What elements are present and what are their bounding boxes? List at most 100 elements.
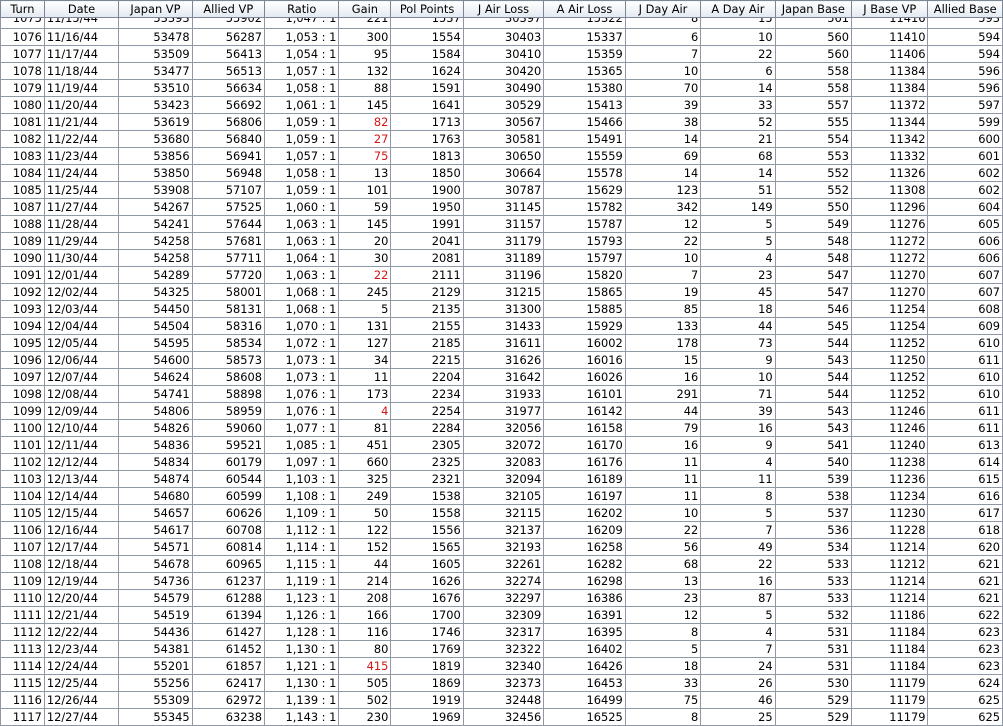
table-row[interactable]: 1084 11/24/44 53850 56948 1,058 : 1 13 1850 306… — [0, 164, 1003, 182]
table-row[interactable]: 1082 11/22/44 53680 56840 1,059 : 1 27 1763 305… — [0, 130, 1003, 148]
table-row[interactable]: 1094 12/04/44 54504 58316 1,070 : 1 131 2155 31… — [0, 317, 1003, 335]
column-header-allied-base[interactable]: Allied Base — [927, 0, 1003, 18]
table-row[interactable]: 1079 11/19/44 53510 56634 1,058 : 1 88 1591 304… — [0, 79, 1003, 97]
table-row[interactable]: 1109 12/19/44 54736 61237 1,119 : 1 214 1626 32… — [0, 572, 1003, 590]
cell-allied-vp: 59060 — [191, 419, 265, 437]
cell-date: 11/17/44 — [43, 45, 120, 63]
cell-a-day-air: 10 — [700, 368, 776, 386]
column-header-gain[interactable]: Gain — [338, 0, 392, 18]
table-row[interactable]: 1116 12/26/44 55309 62972 1,139 : 1 502 1919 32… — [0, 691, 1003, 709]
cell-a-day-air: 5 — [700, 504, 776, 522]
table-row[interactable]: 1085 11/25/44 53908 57107 1,059 : 1 101 1900 30… — [0, 181, 1003, 199]
cell-a-day-air: 46 — [700, 691, 776, 709]
table-row[interactable]: 1099 12/09/44 54806 58959 1,076 : 1 4 2254 3197… — [0, 402, 1003, 420]
table-row[interactable]: 1115 12/25/44 55256 62417 1,130 : 1 505 1869 32… — [0, 674, 1003, 692]
table-row[interactable]: 1087 11/27/44 54267 57525 1,060 : 1 59 1950 311… — [0, 198, 1003, 216]
table-row[interactable]: 1083 11/23/44 53856 56941 1,057 : 1 75 1813 306… — [0, 147, 1003, 165]
cell-text: 55902 — [225, 17, 262, 25]
table-row[interactable]: 1091 12/01/44 54289 57720 1,063 : 1 22 2111 311… — [0, 266, 1003, 284]
table-row[interactable]: 1078 11/18/44 53477 56513 1,057 : 1 132 1624 30… — [0, 62, 1003, 80]
table-row[interactable]: 1101 12/11/44 54836 59521 1,085 : 1 451 2305 32… — [0, 436, 1003, 454]
table-row[interactable]: 1088 11/28/44 54241 57644 1,063 : 1 145 1991 31… — [0, 215, 1003, 233]
table-row[interactable]: 1098 12/08/44 54741 58898 1,076 : 1 173 2234 31… — [0, 385, 1003, 403]
table-row[interactable]: 1096 12/06/44 54600 58573 1,073 : 1 34 2215 316… — [0, 351, 1003, 369]
column-header-j-day-air[interactable]: J Day Air — [624, 0, 702, 18]
cell-japan-vp: 54624 — [118, 368, 193, 386]
column-header-j-air-loss[interactable]: J Air Loss — [462, 0, 545, 18]
table-row[interactable]: 1081 11/21/44 53619 56806 1,059 : 1 82 1713 305… — [0, 113, 1003, 131]
table-row[interactable]: 1095 12/05/44 54595 58534 1,072 : 1 127 2185 31… — [0, 334, 1003, 352]
cell-ratio: 1,112 : 1 — [263, 521, 340, 539]
cell-allied-vp: 63238 — [191, 708, 265, 726]
cell-j-air-loss: 32115 — [462, 504, 545, 522]
table-row[interactable]: 1104 12/14/44 54680 60599 1,108 : 1 249 1538 32… — [0, 487, 1003, 505]
table-row[interactable]: 1077 11/17/44 53509 56413 1,054 : 1 95 1584 304… — [0, 45, 1003, 63]
column-header-japan-base[interactable]: Japan Base — [774, 0, 853, 18]
cell-allied-base: 611 — [927, 419, 1003, 437]
cell-turn: 1076 — [0, 28, 45, 46]
cell-a-day-air: 7 — [700, 521, 776, 539]
cell-j-air-loss: 30529 — [462, 96, 545, 114]
cell-gain: 5 — [338, 300, 392, 318]
table-row[interactable]: 1076 11/16/44 53478 56287 1,053 : 1 300 1554 30… — [0, 28, 1003, 46]
column-header-date[interactable]: Date — [43, 0, 120, 18]
column-header-j-base-vp[interactable]: J Base VP — [851, 0, 929, 18]
cell-allied-base: 602 — [927, 164, 1003, 182]
table-row[interactable]: 1107 12/17/44 54571 60814 1,114 : 1 152 1565 32… — [0, 538, 1003, 556]
table-row[interactable]: 1097 12/07/44 54624 58608 1,073 : 1 11 2204 316… — [0, 368, 1003, 386]
cell-a-day-air: 49 — [700, 538, 776, 556]
table-row[interactable]: 1105 12/15/44 54657 60626 1,109 : 1 50 1558 321… — [0, 504, 1003, 522]
table-row[interactable]: 1114 12/24/44 55201 61857 1,121 : 1 415 1819 32… — [0, 657, 1003, 675]
table-row[interactable]: 1110 12/20/44 54579 61288 1,123 : 1 208 1676 32… — [0, 589, 1003, 607]
table-row[interactable]: 1090 11/30/44 54258 57711 1,064 : 1 30 2081 311… — [0, 249, 1003, 267]
column-header-a-day-air[interactable]: A Day Air — [700, 0, 776, 18]
cell-turn: 1102 — [0, 453, 45, 471]
table-row[interactable]: 1103 12/13/44 54874 60544 1,103 : 1 325 2321 32… — [0, 470, 1003, 488]
column-header-pol-points[interactable]: Pol Points — [390, 0, 464, 18]
column-header-allied-vp[interactable]: Allied VP — [191, 0, 265, 18]
cell-allied-vp: 60544 — [191, 470, 265, 488]
table-row[interactable]: 1102 12/12/44 54834 60179 1,097 : 1 660 2325 32… — [0, 453, 1003, 471]
table-row[interactable]: 1089 11/29/44 54258 57681 1,063 : 1 20 2041 311… — [0, 232, 1003, 250]
cell-pol-points: 2215 — [390, 351, 464, 369]
cell-japan-base: 553 — [774, 147, 853, 165]
table-row[interactable]: 1111 12/21/44 54519 61394 1,126 : 1 166 1700 32… — [0, 606, 1003, 624]
cell-j-base-vp: 11179 — [851, 674, 929, 692]
cell-gain: 152 — [338, 538, 392, 556]
cell-a-air-loss: 16499 — [543, 691, 626, 709]
cell-a-air-loss: 16395 — [543, 623, 626, 641]
cell-allied-base: 625 — [927, 691, 1003, 709]
table-row[interactable]: 1106 12/16/44 54617 60708 1,112 : 1 122 1556 32… — [0, 521, 1003, 539]
table-row[interactable]: 1108 12/18/44 54678 60965 1,115 : 1 44 1605 322… — [0, 555, 1003, 573]
column-header-a-air-loss[interactable]: A Air Loss — [543, 0, 626, 18]
column-header-japan-vp[interactable]: Japan VP — [118, 0, 193, 18]
column-header-turn[interactable]: Turn — [0, 0, 45, 18]
cell-allied-base: 610 — [927, 334, 1003, 352]
table-row[interactable]: 1117 12/27/44 55345 63238 1,143 : 1 230 1969 32… — [0, 708, 1003, 726]
table-row[interactable]: 1100 12/10/44 54826 59060 1,077 : 1 81 2284 320… — [0, 419, 1003, 437]
cell-pol-points: 1813 — [390, 147, 464, 165]
cell-j-day-air: 15 — [624, 351, 702, 369]
table-row[interactable]: 1093 12/03/44 54450 58131 1,068 : 1 5 2135 3130… — [0, 300, 1003, 318]
turn-history-table: Turn Date Japan VP Allied VP Ratio Gain … — [0, 0, 1003, 726]
cell-a-air-loss: 16002 — [543, 334, 626, 352]
cell-j-air-loss: 32340 — [462, 657, 545, 675]
cell-japan-vp: 55309 — [118, 691, 193, 709]
cell-j-air-loss: 31196 — [462, 266, 545, 284]
table-row-partial[interactable]: 1075 11/15/44 53393 55902 1,047 : 1 221 1537 30… — [0, 17, 1003, 29]
cell-allied-vp: 56941 — [191, 147, 265, 165]
cell-turn: 1078 — [0, 62, 45, 80]
table-row[interactable]: 1113 12/23/44 54381 61452 1,130 : 1 80 1769 323… — [0, 640, 1003, 658]
table-row[interactable]: 1092 12/02/44 54325 58001 1,068 : 1 245 2129 31… — [0, 283, 1003, 301]
table-row[interactable]: 1112 12/22/44 54436 61427 1,128 : 1 116 1746 32… — [0, 623, 1003, 641]
cell-a-air-loss: 15466 — [543, 113, 626, 131]
cell-a-day-air: 73 — [700, 334, 776, 352]
cell-allied-vp: 57711 — [191, 249, 265, 267]
cell-turn: 1101 — [0, 436, 45, 454]
cell-turn: 1094 — [0, 317, 45, 335]
cell-gain: 88 — [338, 79, 392, 97]
cell-a-day-air: 25 — [700, 708, 776, 726]
cell-a-day-air: 5 — [700, 606, 776, 624]
column-header-ratio[interactable]: Ratio — [263, 0, 340, 18]
table-row[interactable]: 1080 11/20/44 53423 56692 1,061 : 1 145 1641 30… — [0, 96, 1003, 114]
